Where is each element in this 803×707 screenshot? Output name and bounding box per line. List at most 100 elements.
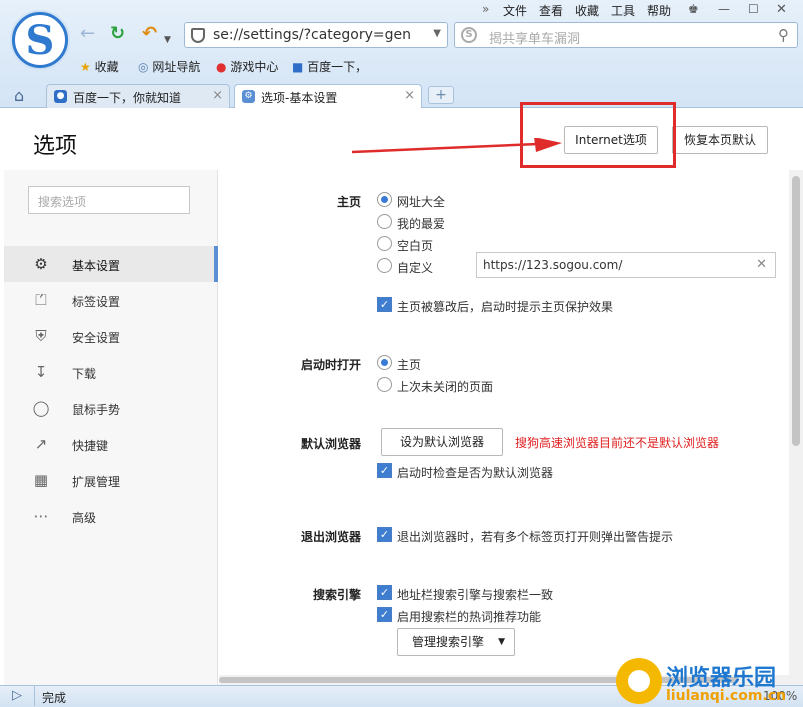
minimize-icon[interactable]: —	[718, 2, 730, 16]
fav-baidu[interactable]: ■ 百度一下，	[292, 58, 367, 75]
homepage-option-nav[interactable]: 网址大全	[377, 192, 446, 210]
more-menu-icon[interactable]: »	[482, 2, 489, 16]
homepage-option-custom[interactable]: 自定义	[377, 258, 434, 276]
search-engine-icon[interactable]: S	[461, 27, 477, 43]
homepage-option-favorites[interactable]: 我的最爱	[377, 214, 446, 232]
radio[interactable]	[377, 377, 392, 392]
settings-search-input[interactable]: 搜索选项	[28, 186, 190, 214]
option-label: 上次未关闭的页面	[397, 380, 494, 394]
option-label: 网址大全	[397, 195, 446, 209]
sidebar-item-tabs[interactable]: ⏍ 标签设置	[4, 282, 218, 318]
sidebar-item-shortcuts[interactable]: ↗ 快捷键	[4, 426, 218, 462]
browser-chrome: S ← ↻ ↶ ▼ se://settings/?category=gen ▼ …	[0, 0, 803, 109]
hot-words-checkbox[interactable]: ✓ 启用搜索栏的热词推荐功能	[377, 607, 541, 625]
sidebar-item-label: 鼠标手势	[72, 403, 121, 417]
menu-file[interactable]: 文件	[503, 2, 527, 19]
close-window-icon[interactable]: ✕	[776, 2, 787, 17]
shield-icon: ⛨	[35, 327, 47, 345]
refresh-icon[interactable]: ↻	[110, 24, 125, 44]
custom-homepage-input[interactable]: https://123.sogou.com/ ✕	[476, 252, 776, 278]
undo-icon[interactable]: ↶	[142, 24, 157, 44]
option-label: 退出浏览器时，若有多个标签页打开则弹出警告提示	[397, 530, 674, 544]
checkbox-checked[interactable]: ✓	[377, 527, 392, 542]
globe-icon: ◎	[138, 60, 149, 74]
homepage-option-blank[interactable]: 空白页	[377, 236, 433, 254]
maximize-icon[interactable]: ☐	[748, 2, 759, 16]
fav-nav[interactable]: ◎ 网址导航	[138, 58, 200, 75]
sidebar-item-label: 高级	[72, 511, 97, 525]
sidebar-item-label: 下载	[72, 367, 97, 381]
radio[interactable]	[377, 236, 392, 251]
tab-strip: ⌂ ● 百度一下，你就知道 × ⚙ 选项-基本设置 ×	[0, 82, 803, 109]
vertical-scrollbar[interactable]	[789, 170, 803, 685]
radio[interactable]	[377, 258, 392, 273]
tab-title: 百度一下，你就知道	[73, 91, 182, 105]
scroll-thumb[interactable]	[792, 176, 800, 446]
mouse-icon: ◯	[32, 399, 50, 417]
set-default-browser-button[interactable]: 设为默认浏览器	[381, 428, 503, 456]
shortcut-icon: ↗	[34, 435, 48, 453]
sogou-logo: S	[12, 12, 68, 68]
search-bar[interactable]: S 揭共享单车漏洞 ⚲	[454, 22, 798, 48]
startup-option-home[interactable]: 主页	[377, 355, 421, 373]
option-label: 自定义	[397, 261, 434, 275]
close-tab-icon[interactable]: ×	[404, 88, 415, 103]
skin-icon[interactable]: ♚	[688, 2, 699, 16]
home-icon[interactable]: ⌂	[14, 86, 24, 105]
tab-settings[interactable]: ⚙ 选项-基本设置 ×	[234, 84, 422, 109]
search-icon[interactable]: ⚲	[778, 26, 789, 44]
exit-warning-checkbox[interactable]: ✓ 退出浏览器时，若有多个标签页打开则弹出警告提示	[377, 527, 674, 545]
default-browser-warning: 搜狗高速浏览器目前还不是默认浏览器	[515, 436, 720, 450]
sidebar-item-label: 标签设置	[72, 295, 121, 309]
sidebar-item-extensions[interactable]: ▦ 扩展管理	[4, 462, 218, 498]
address-bar[interactable]: se://settings/?category=gen ▼	[184, 22, 448, 48]
sidebar-item-gestures[interactable]: ◯ 鼠标手势	[4, 390, 218, 426]
homepage-protect-checkbox[interactable]: ✓ 主页被篡改后，启动时提示主页保护效果	[377, 297, 613, 315]
new-tab-button[interactable]: +	[428, 86, 454, 104]
radio-selected[interactable]	[377, 355, 392, 370]
button-label: 管理搜索引擎	[411, 635, 484, 649]
menu-help[interactable]: 帮助	[647, 2, 671, 19]
download-icon: ↧	[34, 363, 48, 381]
tab-title: 选项-基本设置	[261, 91, 338, 105]
startup-label: 启动时打开	[300, 358, 361, 372]
sidebar-toggle-icon[interactable]: ▷	[12, 688, 22, 703]
sidebar-item-label: 安全设置	[72, 331, 121, 345]
watermark-url: liulanqi.com.cn	[666, 688, 787, 704]
close-tab-icon[interactable]: ×	[212, 88, 223, 103]
menu-view[interactable]: 查看	[539, 2, 563, 19]
watermark: 浏览器乐园 liulanqi.com.cn	[612, 656, 803, 707]
extensions-icon: ▦	[33, 471, 49, 489]
menu-tools[interactable]: 工具	[611, 2, 635, 19]
back-icon[interactable]: ←	[80, 24, 95, 44]
sidebar-item-download[interactable]: ↧ 下载	[4, 354, 218, 390]
checkbox-checked[interactable]: ✓	[377, 297, 392, 312]
address-url[interactable]: se://settings/?category=gen	[213, 27, 423, 43]
startup-option-last[interactable]: 上次未关闭的页面	[377, 377, 494, 395]
sidebar-item-advanced[interactable]: ⋯ 高级	[4, 498, 218, 534]
checkbox-checked[interactable]: ✓	[377, 585, 392, 600]
sidebar-item-security[interactable]: ⛨ 安全设置	[4, 318, 218, 354]
manage-search-engines-button[interactable]: 管理搜索引擎 ▼	[397, 628, 515, 656]
radio-selected[interactable]	[377, 192, 392, 207]
undo-dropdown-icon[interactable]: ▼	[164, 30, 171, 50]
address-dropdown-icon[interactable]: ▼	[433, 28, 441, 39]
search-placeholder: 揭共享单车漏洞	[489, 32, 581, 47]
restore-defaults-button[interactable]: 恢复本页默认	[672, 126, 768, 154]
radio[interactable]	[377, 214, 392, 229]
menu-favorites[interactable]: 收藏	[575, 2, 599, 19]
paw-icon: ■	[292, 60, 304, 74]
sidebar-item-label: 扩展管理	[72, 475, 121, 489]
sidebar-item-label: 基本设置	[72, 259, 121, 273]
sidebar-item-basic[interactable]: ⚙ 基本设置	[4, 246, 218, 282]
search-sync-checkbox[interactable]: ✓ 地址栏搜索引擎与搜索栏一致	[377, 585, 553, 603]
settings-sidebar: 搜索选项 ⚙ 基本设置 ⏍ 标签设置 ⛨ 安全设置 ↧ 下载 ◯ 鼠标手势 ↗ …	[4, 170, 218, 685]
tab-baidu[interactable]: ● 百度一下，你就知道 ×	[46, 84, 230, 108]
checkbox-checked[interactable]: ✓	[377, 463, 392, 478]
option-label: 我的最爱	[397, 217, 446, 231]
check-default-checkbox[interactable]: ✓ 启动时检查是否为默认浏览器	[377, 463, 553, 481]
clear-icon[interactable]: ✕	[756, 257, 767, 272]
fav-favorites[interactable]: ★ 收藏	[80, 58, 119, 75]
fav-games[interactable]: ● 游戏中心	[216, 58, 278, 75]
checkbox-checked[interactable]: ✓	[377, 607, 392, 622]
